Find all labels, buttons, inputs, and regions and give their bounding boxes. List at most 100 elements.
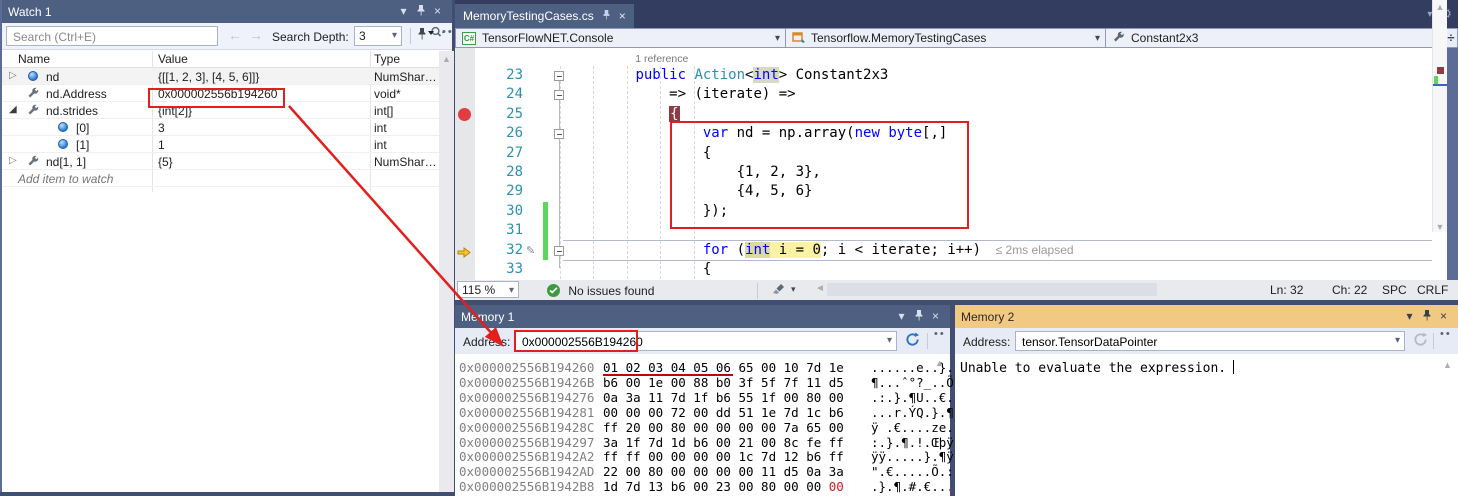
member-dropdown[interactable]: Constant2x3 ▾ [1106, 28, 1444, 48]
zoom-select[interactable]: 115 %▾ [457, 281, 519, 298]
watch-value[interactable]: 1 [158, 138, 165, 152]
codelens-references[interactable]: 1 reference [635, 53, 688, 65]
hscroll-left-icon[interactable]: ◄ [815, 283, 825, 294]
memory-address: 0x000002556B19428C [459, 420, 594, 435]
memory-ascii: ¶...ˆ°?_..Õ [871, 375, 954, 390]
watch-name: [0] [76, 121, 89, 135]
close-icon[interactable]: × [1435, 305, 1452, 328]
pin-icon[interactable] [910, 305, 927, 328]
memory1-address-input[interactable]: 0x000002556B194260▾ [515, 331, 897, 351]
scrollbar-breakpoint-mark [1437, 67, 1444, 74]
address-label: Address: [963, 335, 1010, 349]
breakpoint-icon[interactable] [458, 108, 471, 121]
watch-row[interactable]: ▷nd{[[1, 2, 3], [4, 5, 6]]}NumShar… [2, 68, 439, 85]
scroll-up-icon[interactable]: ▲ [439, 51, 454, 64]
scroll-down-icon[interactable]: ▼ [1433, 219, 1447, 232]
line-number: 31 [475, 222, 523, 238]
toolbar-overflow-icon[interactable]: •• [1440, 328, 1452, 340]
refresh-icon[interactable] [905, 332, 920, 350]
line-number: 27 [475, 145, 523, 161]
outline-collapse-icon[interactable] [554, 71, 564, 81]
scroll-up-icon[interactable]: ▲ [1443, 360, 1452, 370]
memory-address: 0x000002556B194281 [459, 405, 594, 420]
watch-titlebar[interactable]: Watch 1 ▾ × [2, 0, 452, 23]
close-icon[interactable]: × [429, 0, 446, 23]
toolbar-overflow-icon[interactable]: •• [442, 26, 454, 38]
column-header-type[interactable]: Type [374, 52, 400, 66]
watch-title: Watch 1 [8, 5, 395, 19]
watch-value[interactable]: {int[2]} [158, 104, 192, 118]
memory-ascii: .:.}.¶U..€. [871, 390, 954, 405]
horizontal-scrollbar-thumb[interactable] [827, 283, 1157, 296]
watch-row[interactable]: nd.Address0x000002556b194260void* [2, 85, 439, 102]
memory-bytes: ff ff 00 00 00 00 1c 7d 12 b6 ff [603, 449, 844, 464]
watch-row[interactable]: ▷nd[1, 1]{5}NumShar… [2, 153, 439, 170]
column-header-value[interactable]: Value [158, 52, 188, 66]
memory1-titlebar[interactable]: Memory 1 ▾ × [455, 305, 950, 328]
watch-scrollbar[interactable]: ▲ [439, 51, 454, 492]
broom-dropdown-caret[interactable]: ▾ [791, 284, 796, 295]
watch-window: Watch 1 ▾ × Search (Ctrl+E) ← → Search D… [0, 0, 452, 492]
memory2-message: Unable to evaluate the expression. [960, 360, 1234, 376]
memory-row: 0x000002556B19428Cff 20 00 80 00 00 00 0… [459, 420, 594, 435]
watch-row[interactable]: [1]1int [2, 136, 439, 153]
watch-name: nd[1, 1] [46, 155, 86, 169]
outline-collapse-icon[interactable] [554, 246, 564, 256]
collapsed-expander-icon[interactable]: ▷ [9, 70, 17, 81]
memory-ascii: ÿ .€....ze. [871, 420, 954, 435]
search-input[interactable]: Search (Ctrl+E) [6, 26, 218, 46]
editor-vertical-scrollbar[interactable]: ▲ ▼ [1432, 0, 1447, 232]
watch-type: int [374, 121, 387, 135]
field-icon [28, 71, 38, 81]
scroll-up-icon[interactable]: ▲ [935, 358, 944, 368]
change-tracking-bar [543, 221, 548, 241]
tab-memorytestingcases[interactable]: MemoryTestingCases.cs × [455, 4, 634, 28]
window-position-icon[interactable]: ▾ [1401, 305, 1418, 328]
property-icon [1112, 31, 1125, 46]
watch-filter-pin-icon[interactable] [417, 27, 435, 46]
outline-collapse-icon[interactable] [554, 129, 564, 139]
watch-row[interactable]: Add item to watch [2, 170, 439, 187]
search-depth-select[interactable]: 3▾ [354, 26, 402, 46]
scroll-up-icon[interactable]: ▲ [1433, 0, 1447, 12]
watch-value[interactable]: 3 [158, 121, 165, 135]
memory-address: 0x000002556B194260 [459, 360, 594, 375]
field-icon [58, 139, 68, 149]
code-editor[interactable]: 231 reference public Action<int> Constan… [455, 48, 1447, 280]
pin-icon[interactable] [1418, 305, 1435, 328]
search-back-icon[interactable]: ← [228, 27, 242, 43]
project-dropdown[interactable]: C# TensorFlowNET.Console ▾ [455, 28, 786, 48]
toolbar-overflow-icon[interactable]: •• [934, 328, 946, 340]
type-dropdown[interactable]: Tensorflow.MemoryTestingCases ▾ [786, 28, 1106, 48]
tab-pin-icon[interactable] [602, 9, 611, 23]
watch-value[interactable]: 0x000002556b194260 [158, 87, 277, 101]
window-position-icon[interactable]: ▾ [893, 305, 910, 328]
code-cleanup-broom-icon[interactable] [771, 283, 787, 299]
pin-icon[interactable] [412, 0, 429, 23]
watch-grid-header[interactable]: Name Value Type [2, 51, 439, 68]
close-icon[interactable]: × [927, 305, 944, 328]
memory1-toolbar: Address: 0x000002556B194260▾ •• [455, 328, 950, 354]
memory1-window: Memory 1 ▾ × Address: 0x000002556B194260… [455, 305, 950, 496]
column-header-name[interactable]: Name [18, 52, 50, 66]
memory-address: 0x000002556B194276 [459, 390, 594, 405]
memory2-titlebar[interactable]: Memory 2 ▾ × [955, 305, 1458, 328]
watch-value[interactable]: {5} [158, 155, 173, 169]
line-number: 33 [475, 261, 523, 277]
watch-value[interactable]: {[[1, 2, 3], [4, 5, 6]]} [158, 70, 259, 84]
expanded-expander-icon[interactable]: ◢ [9, 104, 17, 115]
add-item-placeholder[interactable]: Add item to watch [18, 172, 113, 186]
search-forward-icon[interactable]: → [249, 27, 263, 43]
memory-bytes: b6 00 1e 00 88 b0 3f 5f 7f 11 d5 [603, 375, 844, 390]
issues-indicator[interactable]: No issues found [547, 282, 654, 298]
memory-address: 0x000002556B1942AD [459, 464, 594, 479]
memory2-address-input[interactable]: tensor.TensorDataPointer▾ [1015, 331, 1405, 351]
memory-address: 0x000002556B1942B8 [459, 479, 594, 494]
watch-row[interactable]: ◢nd.strides{int[2]}int[] [2, 102, 439, 119]
collapsed-expander-icon[interactable]: ▷ [9, 155, 17, 166]
window-position-icon[interactable]: ▾ [395, 0, 412, 23]
tab-close-icon[interactable]: × [619, 9, 626, 23]
watch-row[interactable]: [0] 3 int [2, 119, 439, 136]
line-number: 32 [475, 242, 523, 258]
outline-collapse-icon[interactable] [554, 90, 564, 100]
